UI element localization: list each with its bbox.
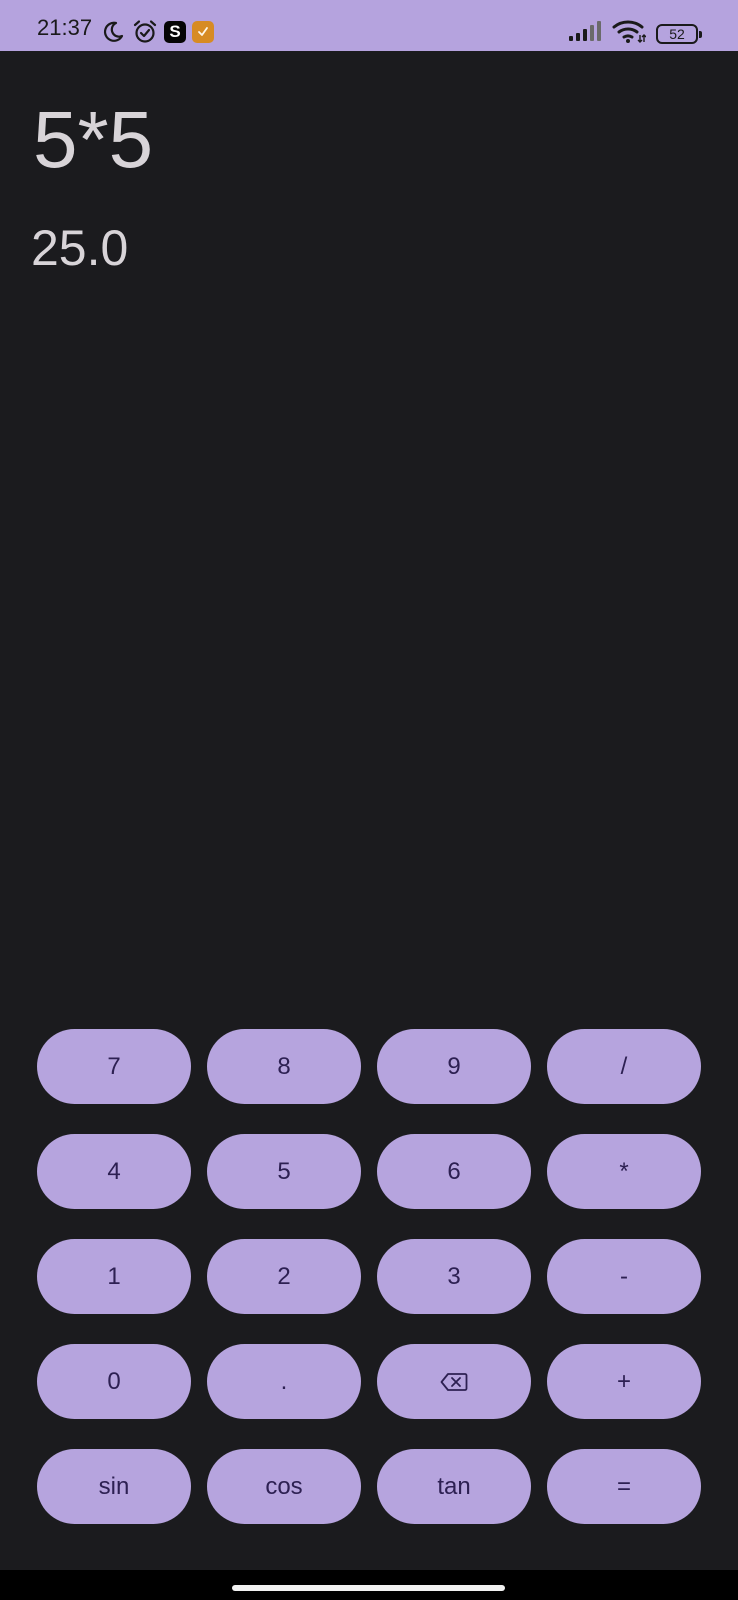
key-4[interactable]: 4 [37,1134,191,1209]
status-icons-left: S [100,19,214,45]
key-8[interactable]: 8 [207,1029,361,1104]
expression-display: 5*5 [33,95,154,184]
home-gesture-handle[interactable] [232,1585,505,1591]
key-0[interactable]: 0 [37,1344,191,1419]
key-divide[interactable]: / [547,1029,701,1104]
key-decimal[interactable]: . [207,1344,361,1419]
alarm-icon [132,19,158,45]
battery-icon: 52 [656,23,702,44]
status-icons-right: 52 [568,19,702,48]
keypad: 7 8 9 / 4 5 6 * 1 2 3 - 0 . + sin cos ta… [37,1029,701,1524]
key-2[interactable]: 2 [207,1239,361,1314]
key-equals[interactable]: = [547,1449,701,1524]
key-9[interactable]: 9 [377,1029,531,1104]
key-5[interactable]: 5 [207,1134,361,1209]
wifi-icon [612,19,647,48]
backspace-button[interactable] [377,1344,531,1419]
orange-app-icon [192,21,214,43]
navigation-bar [0,1570,738,1600]
battery-level: 52 [669,25,685,42]
key-1[interactable]: 1 [37,1239,191,1314]
key-6[interactable]: 6 [377,1134,531,1209]
key-sin[interactable]: sin [37,1449,191,1524]
result-display: 25.0 [31,220,129,276]
backspace-icon [440,1372,468,1392]
status-time: 21:37 [37,15,93,40]
s-app-icon: S [164,21,186,43]
key-7[interactable]: 7 [37,1029,191,1104]
signal-icon [568,20,602,47]
moon-icon [100,19,126,45]
key-tan[interactable]: tan [377,1449,531,1524]
key-multiply[interactable]: * [547,1134,701,1209]
key-subtract[interactable]: - [547,1239,701,1314]
key-3[interactable]: 3 [377,1239,531,1314]
key-cos[interactable]: cos [207,1449,361,1524]
status-bar: 21:37 S 52 [0,0,738,51]
key-add[interactable]: + [547,1344,701,1419]
